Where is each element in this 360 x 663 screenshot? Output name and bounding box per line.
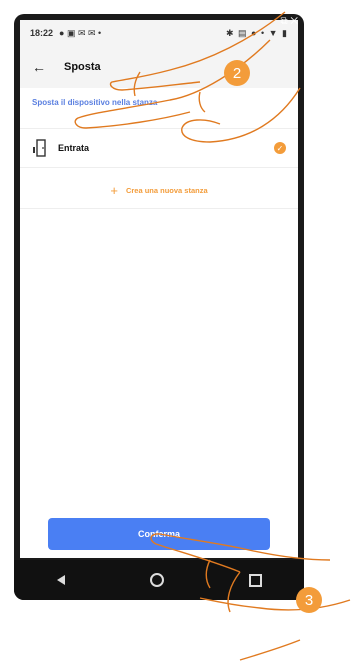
android-nav-bar: [14, 560, 304, 600]
nav-back-icon[interactable]: [56, 575, 65, 585]
status-system-icons: ✱ ▤ ● • ▼ ▮: [226, 27, 288, 38]
status-left: 18:22 ● ▣ ✉ ✉ •: [30, 28, 101, 39]
create-room-button[interactable]: + Crea una nuova stanza: [20, 172, 298, 209]
phone-frame: 18:22 ● ▣ ✉ ✉ • ✱ ▤ ● • ▼ ▮ ← Sposta Spo…: [14, 14, 304, 600]
status-time: 18:22: [30, 28, 54, 38]
step-badge-2: 2: [224, 60, 250, 86]
page-title: Sposta: [64, 61, 101, 73]
back-arrow-icon[interactable]: ←: [32, 59, 46, 75]
step-badge-3: 3: [296, 587, 322, 613]
door-icon: [33, 139, 46, 157]
status-bar: 18:22 ● ▣ ✉ ✉ • ✱ ▤ ● • ▼ ▮: [20, 20, 298, 46]
checkmark-icon: ✓: [274, 142, 286, 154]
nav-home-icon[interactable]: [149, 573, 164, 587]
room-label: Entrata: [58, 143, 90, 153]
room-item-entrata[interactable]: Entrata ✓: [20, 128, 298, 168]
app-screen: 18:22 ● ▣ ✉ ✉ • ✱ ▤ ● • ▼ ▮ ← Sposta Spo…: [20, 20, 298, 558]
app-header: ← Sposta: [20, 46, 298, 88]
section-label: Sposta il dispositivo nella stanza: [32, 98, 158, 107]
status-notification-icons: ● ▣ ✉ ✉ •: [59, 27, 102, 38]
nav-recent-icon[interactable]: [248, 573, 262, 587]
create-room-label: Crea una nuova stanza: [125, 185, 208, 195]
confirm-button[interactable]: Conferma: [48, 518, 270, 550]
window-controls-icon: ⧉ ✕: [280, 16, 298, 27]
plus-icon: +: [110, 182, 118, 198]
